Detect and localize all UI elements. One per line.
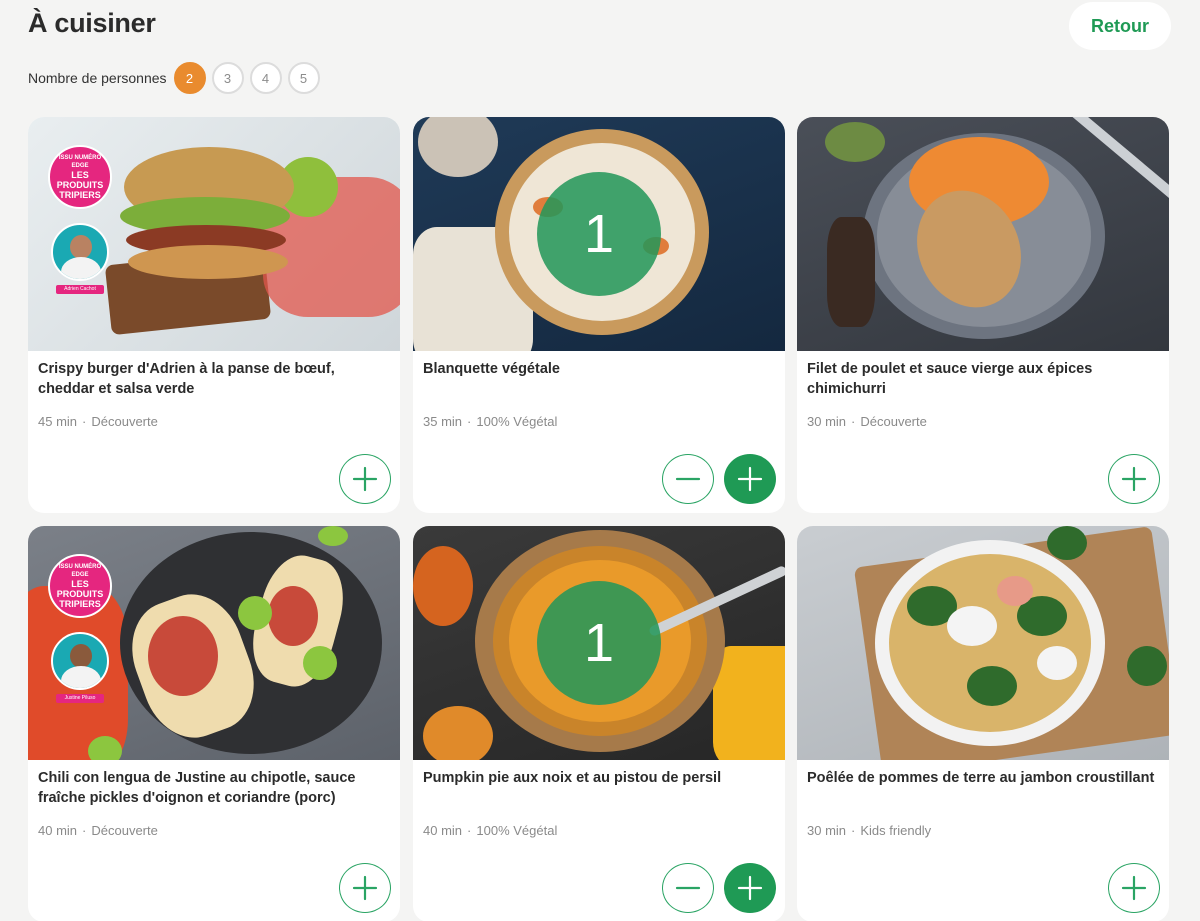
recipe-title: Filet de poulet et sauce vierge aux épic… <box>807 361 1093 397</box>
add-button[interactable] <box>724 863 776 913</box>
recipe-category: Découverte <box>91 414 158 429</box>
recipe-image: 1 <box>413 526 785 760</box>
recipe-meta: 35 min · 100% Végétal <box>423 414 558 429</box>
plus-icon <box>1121 466 1147 492</box>
persons-option-2[interactable]: 2 <box>173 62 206 94</box>
recipe-time: 45 min <box>38 414 78 429</box>
recipe-card[interactable]: ISSU NUMÉRO EDGE LES PRODUITS TRIPIERS A… <box>28 117 400 513</box>
recipe-image: ISSU NUMÉRO EDGE LES PRODUITS TRIPIERS J… <box>28 526 400 760</box>
persons-option-4[interactable]: 4 <box>249 62 282 94</box>
chef-name-tag: Justine Piluso <box>56 694 104 703</box>
minus-icon <box>675 886 701 890</box>
remove-button[interactable] <box>662 454 714 504</box>
persons-label: Nombre de personnes <box>28 70 167 86</box>
page-title: À cuisiner <box>28 8 156 38</box>
produits-tripiers-badge: ISSU NUMÉRO EDGE LES PRODUITS TRIPIERS <box>48 145 112 209</box>
plus-icon <box>1121 875 1147 901</box>
chef-name-tag: Adrien Cachot <box>56 285 104 294</box>
quantity-overlay: 1 <box>537 581 661 705</box>
recipe-card[interactable]: ISSU NUMÉRO EDGE LES PRODUITS TRIPIERS J… <box>28 526 400 921</box>
persons-option-5[interactable]: 5 <box>287 62 320 94</box>
recipe-card[interactable]: Poêlée de pommes de terre au jambon crou… <box>797 526 1169 921</box>
persons-selector: Nombre de personnes 2 3 4 5 <box>28 62 326 94</box>
persons-option-3[interactable]: 3 <box>211 62 244 94</box>
recipe-meta: 45 min · Découverte <box>38 414 158 429</box>
minus-icon <box>675 477 701 481</box>
recipe-category: 100% Végétal <box>476 414 558 429</box>
add-button[interactable] <box>339 863 391 913</box>
recipe-time: 40 min <box>423 823 463 838</box>
recipe-title: Poêlée de pommes de terre au jambon crou… <box>807 770 1155 786</box>
recipe-card[interactable]: 1 Blanquette végétale 35 min · 100% Végéta… <box>413 117 785 513</box>
plus-icon <box>737 875 763 901</box>
add-button[interactable] <box>724 454 776 504</box>
plus-icon <box>352 875 378 901</box>
recipe-title: Pumpkin pie aux noix et au pistou de per… <box>423 770 722 786</box>
quantity-overlay: 1 <box>537 172 661 296</box>
recipe-meta: 30 min · Kids friendly <box>807 823 932 838</box>
plus-icon <box>737 466 763 492</box>
recipe-category: Découverte <box>91 823 158 838</box>
recipe-meta: 40 min · 100% Végétal <box>423 823 558 838</box>
chef-avatar <box>51 223 109 281</box>
recipe-title: Chili con lengua de Justine au chipotle,… <box>38 770 356 806</box>
recipe-image: 1 <box>413 117 785 351</box>
recipe-title: Crispy burger d'Adrien à la panse de bœu… <box>38 361 335 397</box>
chef-avatar <box>51 632 109 690</box>
recipe-time: 30 min <box>807 414 847 429</box>
recipe-time: 35 min <box>423 414 463 429</box>
recipe-meta: 30 min · Découverte <box>807 414 927 429</box>
recipe-category: Découverte <box>860 414 927 429</box>
recipe-title: Blanquette végétale <box>423 361 560 377</box>
add-button[interactable] <box>339 454 391 504</box>
recipe-category: 100% Végétal <box>476 823 558 838</box>
page: À cuisiner Retour Nombre de personnes 2 … <box>0 0 1200 921</box>
recipe-card[interactable]: Filet de poulet et sauce vierge aux épic… <box>797 117 1169 513</box>
recipe-card[interactable]: 1 Pumpkin pie aux noix et au pistou de p… <box>413 526 785 921</box>
back-button[interactable]: Retour <box>1069 2 1171 50</box>
recipe-time: 40 min <box>38 823 78 838</box>
recipe-image <box>797 117 1169 351</box>
recipe-time: 30 min <box>807 823 847 838</box>
recipe-image: ISSU NUMÉRO EDGE LES PRODUITS TRIPIERS A… <box>28 117 400 351</box>
recipe-image <box>797 526 1169 760</box>
recipe-meta: 40 min · Découverte <box>38 823 158 838</box>
produits-tripiers-badge: ISSU NUMÉRO EDGE LES PRODUITS TRIPIERS <box>48 554 112 618</box>
plus-icon <box>352 466 378 492</box>
recipe-category: Kids friendly <box>860 823 932 838</box>
remove-button[interactable] <box>662 863 714 913</box>
add-button[interactable] <box>1108 454 1160 504</box>
add-button[interactable] <box>1108 863 1160 913</box>
